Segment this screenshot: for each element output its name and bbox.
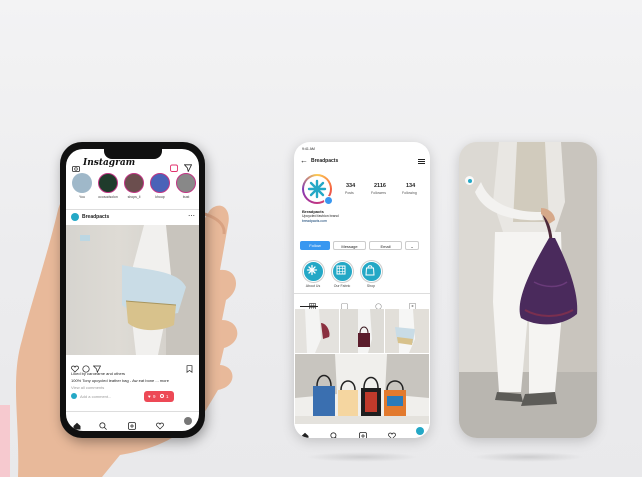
menu-icon[interactable] [418,159,425,164]
story-photo [459,142,597,438]
feed-phone-screen: Instagram You ocosodsolon shops_li khoup… [66,149,199,431]
search-icon[interactable] [99,417,107,431]
add-icon[interactable] [359,427,367,438]
activity-notification-badge[interactable]: ♥ 9 1 [144,391,174,402]
following-count[interactable]: 134 [406,183,415,189]
active-tab-indicator [300,306,318,307]
bio-link[interactable]: breadpacts.com [302,219,327,223]
notif-comments-count: 1 [166,394,169,399]
divider [294,293,430,294]
story-label: ocosodsolon [98,195,118,199]
profile-grid-post[interactable] [340,309,384,353]
divider [66,209,199,210]
view-comments-link[interactable]: View all comments [71,385,104,390]
bags-display-photo [295,354,429,430]
phone-shadow [472,452,584,462]
followers-count[interactable]: 2116 [374,183,386,189]
profile-grid-post[interactable] [295,309,339,353]
post-image[interactable] [66,225,199,355]
instagram-logo: Instagram [83,158,136,168]
story-avatar[interactable] [124,173,144,193]
highlight-label: About Us [305,284,321,288]
avatar-dot [467,178,472,183]
story-avatar[interactable] [176,173,196,193]
profile-icon[interactable] [184,417,192,425]
heart-icon: ♥ [148,394,151,399]
message-button[interactable]: Message [333,241,366,250]
highlight-label: Our Fabric [333,284,351,288]
fabric-grid-icon [336,265,346,275]
profile-grid-featured-post[interactable] [295,354,429,430]
search-icon[interactable] [330,427,338,438]
logo-mark-icon [306,264,318,276]
email-button[interactable]: Email [369,241,402,250]
home-icon[interactable] [73,417,81,431]
followers-label[interactable]: Followers [371,191,386,195]
profile-username[interactable]: Breadpacts [311,158,338,164]
post-thumbnail [395,309,415,353]
follow-button[interactable]: Follow [300,241,330,250]
post-author-name[interactable]: Breadpacts [82,214,109,220]
comment-icon [160,394,164,398]
profile-grid-post[interactable] [385,309,429,353]
highlight-label: Shop [366,284,376,288]
highlight-about-us[interactable] [303,261,324,282]
posts-label: Posts [345,191,354,195]
pink-edge-decoration [0,405,10,477]
divider [66,411,199,412]
likes-text[interactable]: Liked by caroearne and others [71,371,125,376]
story-label: shops_li [127,195,141,199]
story-avatar[interactable] [98,173,118,193]
story-phone[interactable] [459,142,597,438]
story-label: bust [182,195,190,199]
following-label[interactable]: Following [402,191,417,195]
story-avatar-icon[interactable] [465,176,474,185]
home-icon[interactable] [301,427,309,438]
notif-likes-count: 9 [153,394,156,399]
shopping-bag-icon [365,265,375,276]
bio-line: Upcycled fashion brand [302,214,339,218]
profile-icon[interactable] [416,427,424,435]
add-comment-input[interactable]: Add a comment... [80,394,111,399]
heart-icon[interactable] [388,427,396,438]
profile-avatar-ring[interactable] [302,174,333,205]
post-photo-illustration [80,225,199,355]
story-avatar[interactable] [150,173,170,193]
highlight-our-fabric[interactable] [332,261,353,282]
phone-shadow [306,452,418,462]
add-story-icon[interactable] [324,196,333,205]
activity-heart-icon[interactable] [156,417,164,431]
save-icon[interactable] [186,360,193,378]
posts-count: 334 [346,183,356,189]
story-avatar[interactable] [72,173,92,193]
status-time: 9:41 AM [302,147,315,151]
post-thumbnail [358,309,372,353]
caption-text: 100% Tony upcycled leather bag - Aw eat … [71,378,169,383]
add-icon[interactable] [128,417,136,431]
suggested-chevron-icon[interactable]: ⌄ [405,241,419,250]
stories-row: You ocosodsolon shops_li khoup bust [70,173,198,203]
story-label: khoup [155,195,165,199]
highlight-shop[interactable] [361,261,382,282]
post-thumbnail [305,309,330,353]
story-label: You [79,195,85,199]
back-arrow-icon[interactable]: ← [300,156,308,165]
post-author-avatar[interactable] [71,213,79,221]
bottom-nav [294,424,430,438]
my-avatar [71,393,77,399]
profile-phone: 9:41 AM ← Breadpacts 334 Posts 2116 Foll… [294,142,430,438]
more-options-icon[interactable]: ⋯ [188,212,195,220]
